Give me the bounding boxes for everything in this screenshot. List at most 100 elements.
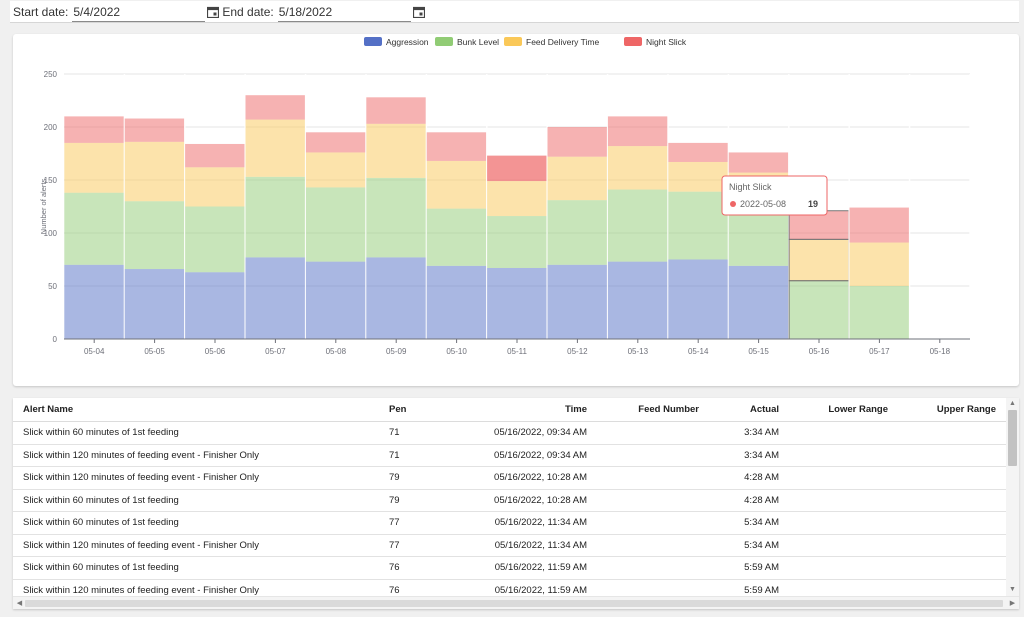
- bar-segment[interactable]: [426, 160, 487, 209]
- bar-segment[interactable]: [185, 272, 245, 339]
- bar-segment[interactable]: [426, 265, 487, 339]
- calendar-icon[interactable]: [207, 6, 220, 18]
- table-row[interactable]: Slick within 120 minutes of feeding even…: [13, 445, 1006, 467]
- bar-segment[interactable]: [849, 286, 910, 339]
- header-lower-range[interactable]: Lower Range: [828, 398, 888, 421]
- legend-item-label[interactable]: Aggression: [386, 37, 429, 47]
- bar-segment[interactable]: [849, 207, 910, 243]
- header-alert-name[interactable]: Alert Name: [23, 398, 73, 421]
- table-row[interactable]: Slick within 60 minutes of 1st feeding 77…: [13, 512, 1006, 535]
- table-row[interactable]: Slick within 120 minutes of feeding even…: [13, 467, 1006, 490]
- y-tick-label: 50: [48, 282, 57, 291]
- bar-segment[interactable]: [185, 206, 245, 273]
- bar-segment[interactable]: [245, 95, 306, 120]
- bar-segment[interactable]: [366, 257, 427, 339]
- bar-segment[interactable]: [366, 97, 427, 124]
- start-date-field: Start date: 5/4/2022: [10, 1, 220, 23]
- legend-swatch[interactable]: [435, 37, 453, 46]
- table-row[interactable]: Slick within 60 minutes of 1st feeding 76…: [13, 557, 1006, 580]
- bar-segment[interactable]: [668, 161, 729, 192]
- x-tick-label: 05-11: [507, 347, 527, 356]
- cell-actual: 4:28 AM: [744, 472, 779, 483]
- bar-segment[interactable]: [64, 264, 125, 339]
- bar-segment[interactable]: [64, 116, 125, 143]
- bar-segment[interactable]: [668, 259, 729, 340]
- bar-segment[interactable]: [124, 141, 185, 202]
- table-row[interactable]: Slick within 120 minutes of feeding even…: [13, 535, 1006, 557]
- bar-segment[interactable]: [366, 123, 427, 178]
- cell-alert-name: Slick within 120 minutes of feeding even…: [23, 449, 260, 461]
- bar-segment[interactable]: [185, 167, 245, 207]
- bar-segment[interactable]: [245, 176, 306, 258]
- scroll-right-icon[interactable]: ▶: [1006, 599, 1019, 609]
- calendar-icon[interactable]: [412, 6, 425, 18]
- scroll-down-icon[interactable]: ▼: [1006, 585, 1019, 595]
- bar-segment[interactable]: [426, 132, 487, 161]
- bar-segment[interactable]: [607, 189, 668, 262]
- x-tick-label: 05-17: [869, 347, 890, 356]
- cell-alert-name: Slick within 60 minutes of 1st feeding: [23, 562, 179, 573]
- header-feed-number[interactable]: Feed Number: [638, 398, 699, 421]
- tooltip-value: 19: [808, 199, 818, 209]
- header-pen[interactable]: Pen: [389, 398, 406, 421]
- bar-segment[interactable]: [607, 146, 668, 190]
- bar-segment[interactable]: [305, 261, 366, 339]
- bar-segment[interactable]: [547, 127, 608, 157]
- bar-segment[interactable]: [124, 118, 185, 142]
- legend-swatch[interactable]: [624, 37, 642, 46]
- bar-segment[interactable]: [607, 116, 668, 147]
- table-body: Slick within 60 minutes of 1st feeding 71…: [13, 422, 1006, 596]
- cell-alert-name: Slick within 60 minutes of 1st feeding: [23, 517, 179, 528]
- x-tick-label: 05-16: [809, 347, 830, 356]
- bar-segment[interactable]: [366, 177, 427, 258]
- bar-segment[interactable]: [124, 201, 185, 270]
- cell-actual: 3:34 AM: [744, 427, 779, 438]
- scroll-up-icon[interactable]: ▲: [1006, 399, 1019, 409]
- bar-segment[interactable]: [487, 267, 547, 339]
- bar-segment[interactable]: [607, 261, 668, 339]
- bar-segment[interactable]: [547, 156, 608, 201]
- end-date-input[interactable]: 5/18/2022: [277, 2, 411, 22]
- bar-segment[interactable]: [245, 119, 306, 177]
- bar-segment[interactable]: [547, 264, 608, 339]
- bar-segment[interactable]: [245, 257, 306, 339]
- bar-segment[interactable]: [668, 142, 729, 162]
- bar-segment[interactable]: [185, 143, 245, 168]
- bar-segment[interactable]: [668, 191, 729, 260]
- bar-segment[interactable]: [64, 192, 125, 265]
- bar-segment[interactable]: [487, 155, 547, 182]
- legend-item-label[interactable]: Bunk Level: [457, 37, 499, 47]
- y-tick-label: 250: [44, 70, 58, 79]
- bar-segment[interactable]: [849, 242, 910, 286]
- bar-segment[interactable]: [788, 280, 850, 340]
- table-row[interactable]: Slick within 60 minutes of 1st feeding 79…: [13, 490, 1006, 512]
- bar-segment[interactable]: [124, 269, 185, 339]
- bar-segment[interactable]: [64, 142, 125, 193]
- bar-segment[interactable]: [487, 216, 547, 268]
- header-time[interactable]: Time: [565, 398, 587, 421]
- start-date-input[interactable]: 5/4/2022: [72, 2, 206, 22]
- header-actual[interactable]: Actual: [750, 398, 779, 421]
- cell-alert-name: Slick within 120 minutes of feeding even…: [23, 539, 260, 551]
- legend-item-label[interactable]: Feed Delivery Time: [526, 37, 599, 47]
- bar-segment[interactable]: [305, 187, 366, 262]
- bar-segment[interactable]: [487, 181, 547, 217]
- bar-segment[interactable]: [728, 265, 789, 339]
- bar-segment[interactable]: [788, 238, 850, 282]
- bar-segment[interactable]: [426, 208, 487, 266]
- horizontal-scrollbar[interactable]: ◀ ▶: [13, 596, 1019, 609]
- cell-time: 05/16/2022, 10:28 AM: [494, 472, 587, 483]
- bar-segment[interactable]: [547, 200, 608, 265]
- legend-item-label[interactable]: Night Slick: [646, 37, 687, 47]
- legend-swatch[interactable]: [364, 37, 382, 46]
- header-upper-range[interactable]: Upper Range: [937, 398, 996, 421]
- table-row[interactable]: Slick within 60 minutes of 1st feeding 71…: [13, 422, 1006, 445]
- vertical-scroll-thumb[interactable]: [1008, 410, 1017, 466]
- bar-segment[interactable]: [728, 152, 789, 173]
- table-row[interactable]: Slick within 120 minutes of feeding even…: [13, 580, 1006, 597]
- bar-segment[interactable]: [305, 132, 366, 153]
- legend-swatch[interactable]: [504, 37, 522, 46]
- bar-segment[interactable]: [305, 152, 366, 188]
- vertical-scrollbar[interactable]: ▲ ▼: [1006, 398, 1019, 596]
- horizontal-scroll-thumb[interactable]: [25, 600, 1003, 607]
